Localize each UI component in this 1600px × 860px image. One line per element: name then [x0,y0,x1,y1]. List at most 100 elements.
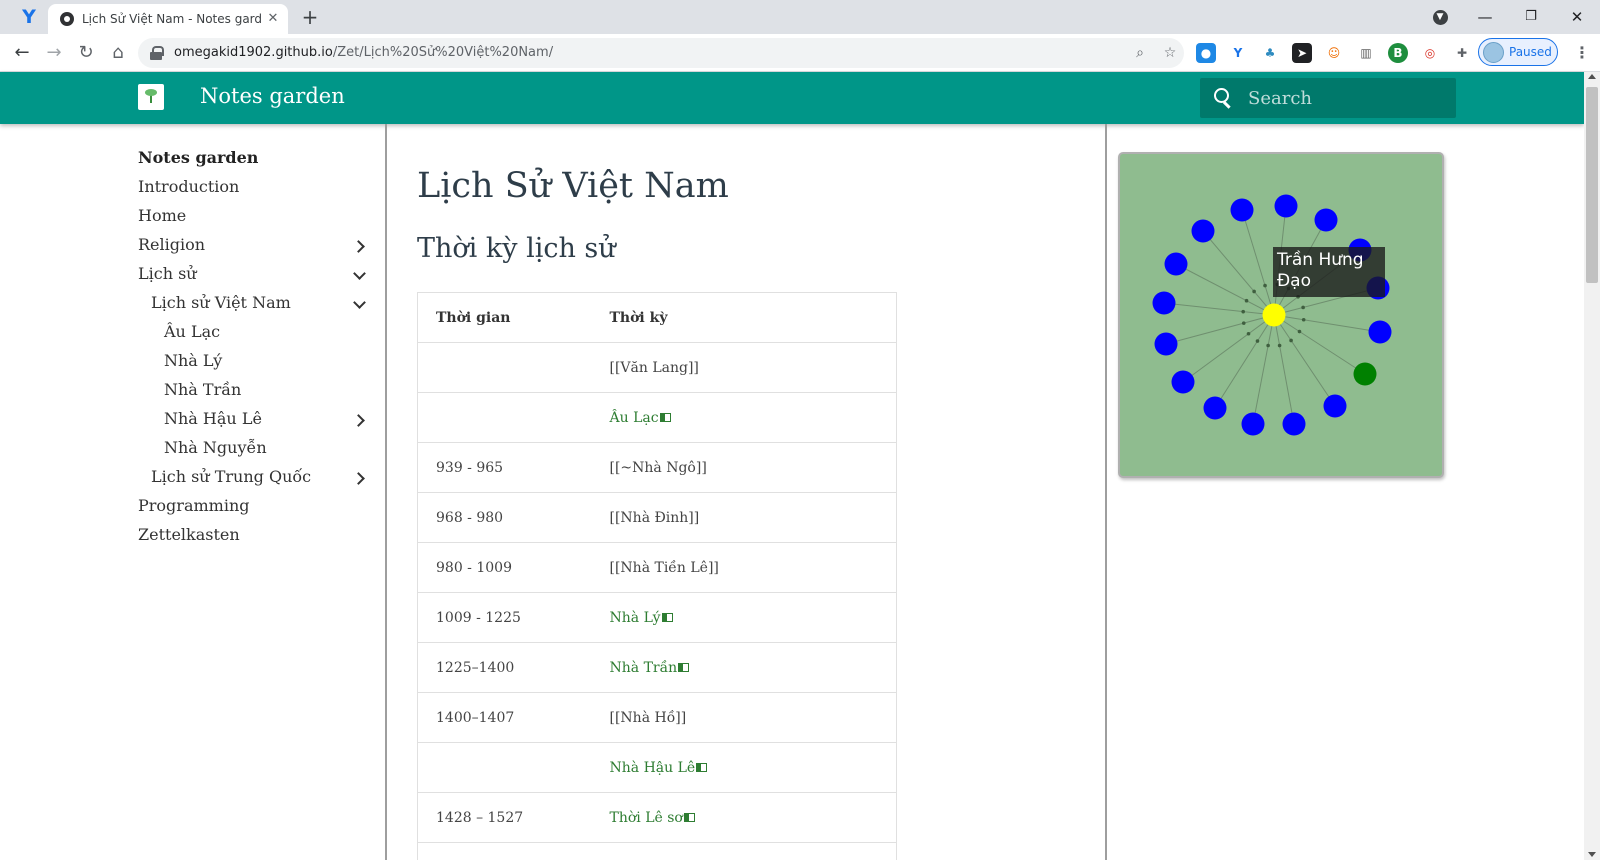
extension-capture-icon[interactable]: ◎ [1420,43,1440,63]
search-box[interactable] [1200,78,1456,118]
graph-node[interactable] [1164,252,1188,276]
profile-button[interactable]: Paused [1478,38,1558,66]
browser-toolbar: ← → ↻ ⌂ omegakid1902.github.io/Zet/Lịch%… [0,34,1600,72]
nav-item-programming[interactable]: Programming [138,496,249,515]
tab-title: Lịch Sử Việt Nam - Notes garden [82,12,262,26]
graph-edge [1202,230,1275,316]
lock-icon[interactable] [150,46,164,60]
page-title: Lịch Sử Việt Nam [417,166,729,206]
note-graph[interactable]: Trần Hưng Đạo [1118,152,1444,478]
zoom-icon[interactable]: ⌕ [1130,43,1150,63]
url-text[interactable]: omegakid1902.github.io/Zet/Lịch%20Sử%20V… [174,45,553,60]
chevron-right-icon[interactable] [352,239,366,253]
cell-time: 1009 - 1225 [417,592,592,643]
search-input[interactable] [1248,86,1448,110]
forward-button[interactable]: → [40,39,68,67]
graph-edge [1273,314,1336,407]
nav-item-lich-su-viet-nam[interactable]: Lịch sử Việt Nam [151,293,291,312]
chevron-down-icon[interactable] [352,268,366,282]
nav-item-religion[interactable]: Religion [138,235,205,254]
tab-close-icon[interactable]: ✕ [264,10,282,28]
graph-node[interactable] [1191,219,1215,243]
graph-node[interactable] [1323,394,1347,418]
extensions-puzzle-icon[interactable]: ✚ [1452,43,1472,63]
window-restore-button[interactable]: ❐ [1516,4,1546,30]
cell-time: 980 - 1009 [417,542,592,593]
graph-canvas[interactable] [1120,154,1442,476]
table-row: 1428 – 1527 Thời Lê sơ [417,792,897,843]
period-link[interactable]: Thời Lê sơ [610,810,683,826]
nav-item-home[interactable]: Home [138,206,186,225]
url-path: /Zet/Lịch%20Sử%20Việt%20Nam/ [332,45,554,60]
graph-edge-arrow [1301,317,1306,322]
site-logo[interactable] [138,84,164,110]
graph-node[interactable] [1230,198,1254,222]
graph-node[interactable] [1241,412,1265,436]
graph-edge-arrow [1255,339,1260,343]
browser-menu-icon[interactable]: ⋮ [1570,39,1594,67]
table-row: 1009 - 1225 Nhà Lý [417,592,897,643]
graph-node[interactable] [1152,291,1176,315]
graph-node[interactable] [1353,362,1377,386]
graph-edge-arrow [1297,329,1302,334]
reload-button[interactable]: ↻ [72,39,100,67]
graph-node[interactable] [1282,412,1306,436]
graph-node[interactable] [1274,194,1298,218]
graph-edge-arrow [1241,309,1245,314]
vivaldi-app-icon[interactable]: Y [12,5,46,29]
tab-search-button[interactable]: ▼ [1425,4,1455,30]
page-scrollbar[interactable] [1584,72,1600,860]
nav-item-nha-hau-le[interactable]: Nhà Hậu Lê [164,409,262,428]
nav-item-nha-ly[interactable]: Nhà Lý [164,351,222,370]
period-link[interactable]: Âu Lạc [610,410,659,426]
scrollbar-thumb[interactable] [1586,87,1598,283]
graph-current-node[interactable] [1262,303,1286,327]
extension-book-icon[interactable]: ▥ [1356,43,1376,63]
scroll-down-icon[interactable] [1588,852,1596,857]
nav-item-lich-su-trung-quoc[interactable]: Lịch sử Trung Quốc [151,467,311,486]
extension-b-icon[interactable]: B [1388,43,1408,63]
browser-tab-active[interactable]: Lịch Sử Việt Nam - Notes garden ✕ [48,4,288,34]
extension-send-icon[interactable]: ➤ [1292,43,1312,63]
nav-item-au-lac[interactable]: Âu Lạc [164,322,220,341]
cell-time [417,842,592,860]
chevron-right-icon[interactable] [352,471,366,485]
address-bar[interactable]: omegakid1902.github.io/Zet/Lịch%20Sử%20V… [138,38,1184,68]
chevron-right-icon[interactable] [352,413,366,427]
cell-period: [[~Nhà Ngô]] [591,442,897,493]
window-minimize-button[interactable]: — [1470,4,1500,30]
nav-item-nha-nguyen[interactable]: Nhà Nguyễn [164,438,267,457]
table-row: Âu Lạc [417,392,897,443]
bookmark-star-icon[interactable]: ☆ [1160,43,1180,63]
book-icon [678,662,690,672]
graph-node[interactable] [1203,396,1227,420]
graph-node[interactable] [1314,208,1338,232]
period-link[interactable]: Nhà Lý [610,610,661,626]
window-close-button[interactable]: ✕ [1562,4,1592,30]
book-icon [661,612,673,622]
table-row: 980 - 1009 [[Nhà Tiền Lê]] [417,542,897,593]
new-tab-button[interactable]: + [298,6,322,30]
back-button[interactable]: ← [8,39,36,67]
graph-node[interactable] [1154,332,1178,356]
period-link[interactable]: Nhà Trần [610,660,678,676]
extension-tree-icon[interactable]: ♣ [1260,43,1280,63]
nav-item-introduction[interactable]: Introduction [138,177,239,196]
chevron-down-icon[interactable] [352,297,366,311]
nav-item-zettelkasten[interactable]: Zettelkasten [138,525,240,544]
cell-period: Nhà Hậu Lê [591,742,897,793]
column-header-period: Thời kỳ [591,292,897,343]
nav-item-lich-su[interactable]: Lịch sử [138,264,197,283]
scroll-up-icon[interactable] [1588,74,1596,79]
extension-face-icon[interactable]: ☺ [1324,43,1344,63]
extension-vivaldi-icon[interactable]: Y [1228,43,1248,63]
nav-item-notes-garden[interactable]: Notes garden [138,148,258,167]
graph-node[interactable] [1368,320,1392,344]
graph-node[interactable] [1171,370,1195,394]
site-title[interactable]: Notes garden [200,84,345,108]
graph-edge-arrow [1241,321,1246,325]
extension-drop-icon[interactable]: ● [1196,43,1216,63]
period-link[interactable]: Nhà Hậu Lê [610,760,696,776]
home-button[interactable]: ⌂ [104,39,132,67]
nav-item-nha-tran[interactable]: Nhà Trần [164,380,241,399]
